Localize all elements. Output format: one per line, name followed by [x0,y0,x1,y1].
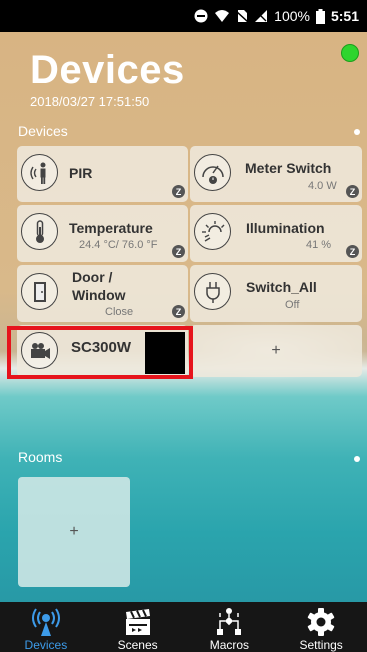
clapperboard-icon [123,606,153,638]
motion-sensor-icon [21,154,58,191]
thermometer-icon [21,213,58,250]
device-tile-temperature[interactable]: Temperature 24.4 °C/ 76.0 °F Z [17,205,188,262]
broadcast-icon [28,606,64,638]
status-bar: 100% 5:51 [0,0,367,32]
device-tile-switch-all[interactable]: Switch_All Off [190,265,362,322]
battery-percent: 100% [274,8,310,24]
nav-label: Scenes [117,638,158,652]
add-label: + [69,523,79,540]
nav-label: Macros [209,638,250,652]
device-name: Meter Switch [245,160,332,176]
add-device-button[interactable]: + [190,325,362,377]
gear-icon [306,606,336,638]
do-not-disturb-icon [194,9,208,23]
wifi-icon [214,9,230,23]
nav-label: Settings [299,638,343,652]
device-name-line1: Door / [72,269,113,285]
timestamp: 2018/03/27 17:51:50 [30,94,150,109]
device-value: 41 % [306,239,332,251]
page-title: Devices [30,48,185,92]
clock: 5:51 [330,8,359,24]
bottom-navigation: Devices Scenes Macros Settings [0,602,367,652]
add-room-button[interactable]: + [18,477,130,587]
plug-icon [194,273,231,310]
rooms-section-label: Rooms [18,449,63,465]
no-sim-icon [236,9,249,23]
signal-icon [254,9,268,23]
device-name-line2: Window [72,287,126,303]
battery-icon [315,8,325,24]
device-tile-pir[interactable]: PIR Z [17,146,188,202]
nav-macros[interactable]: Macros [184,602,276,652]
zwave-badge: Z [346,245,359,258]
nav-settings[interactable]: Settings [275,602,367,652]
device-name: PIR [69,165,93,181]
nav-devices[interactable]: Devices [0,602,92,652]
device-value: 24.4 °C/ 76.0 °F [79,239,158,251]
flowchart-icon [214,606,244,638]
add-label: + [271,342,281,359]
nav-scenes[interactable]: Scenes [92,602,184,652]
device-name: Switch_All [246,279,317,295]
zwave-badge: Z [172,185,185,198]
device-value: 4.0 W [308,180,337,192]
zwave-badge: Z [346,185,359,198]
device-tile-meter-switch[interactable]: Meter Switch 4.0 W Z [190,146,362,202]
selection-highlight [7,326,193,379]
device-value: Close [105,306,134,318]
sun-icon [194,213,231,250]
connection-status-indicator [341,44,359,62]
meter-gauge-icon [194,154,231,191]
device-value: Off [285,299,300,311]
device-name: Illumination [246,220,325,236]
device-name: Temperature [69,220,153,236]
nav-label: Devices [24,638,68,652]
device-tile-door-window[interactable]: Door / Window Close Z [17,265,188,322]
door-icon [21,273,58,310]
zwave-badge: Z [172,245,185,258]
device-tile-illumination[interactable]: Illumination 41 % Z [190,205,362,262]
zwave-badge: Z [172,305,185,318]
devices-section-label: Devices [18,123,68,139]
rooms-section-menu-dot[interactable] [354,456,360,462]
devices-section-menu-dot[interactable] [354,129,360,135]
